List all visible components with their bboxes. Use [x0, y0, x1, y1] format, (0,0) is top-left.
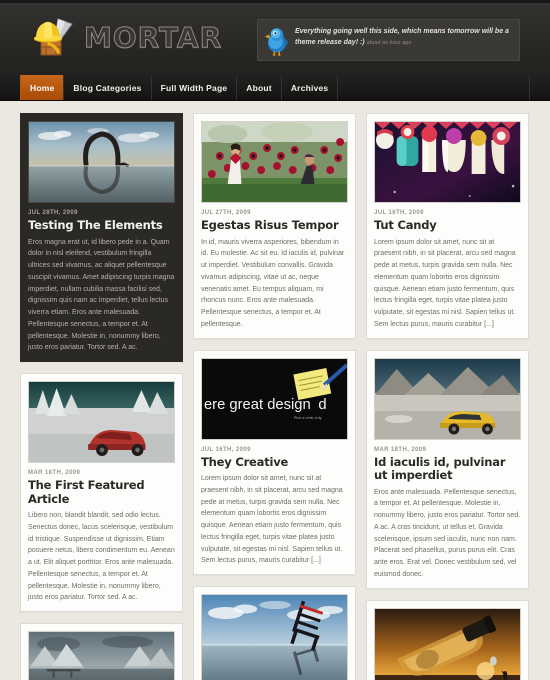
- post-date: JUL 28TH, 2009: [28, 210, 78, 216]
- post-title[interactable]: Id iaculis id, pulvinar ut imperdiet: [374, 455, 521, 483]
- twitter-status-box[interactable]: Everything going well this side, which m…: [257, 19, 520, 61]
- post-grid: JUL 28TH, 2009 Testing The Elements Eros…: [20, 101, 530, 680]
- post-excerpt: Eros magna erat ut, id libero pede in a.…: [28, 238, 175, 352]
- nav-item-blog-categories[interactable]: Blog Categories: [63, 75, 150, 100]
- post-card[interactable]: FEB 20TH, 2009 Aliquet vehiculin Netus-a…: [366, 599, 529, 680]
- post-thumbnail-misty-river-bridge[interactable]: [28, 631, 175, 680]
- main-navigation[interactable]: Home Blog Categories Full Width Page Abo…: [0, 75, 550, 101]
- site-logo-text: MORTAR: [83, 20, 223, 54]
- post-thumbnail-girl-boy-flowers-wall[interactable]: [201, 121, 348, 203]
- nav-filler: [337, 75, 529, 100]
- post-title[interactable]: Egestas Risus Tempor: [201, 218, 348, 233]
- post-date: MAR 18TH, 2009: [28, 470, 81, 477]
- svg-text:Pick a verb only: Pick a verb only: [294, 415, 322, 420]
- post-card[interactable]: MAR 18TH, 2009 Id iaculis id, pulvinar u…: [366, 349, 529, 589]
- nav-item-full-width-page[interactable]: Full Width Page: [150, 75, 237, 100]
- post-card[interactable]: MAR 18TH, 2009 The First Featured Articl…: [20, 373, 183, 613]
- post-card[interactable]: JUL 16TH, 2009 Tut Candy Lorem ipsum dol…: [366, 113, 529, 339]
- post-column-1: JUL 28TH, 2009 Testing The Elements Eros…: [20, 113, 183, 680]
- site-logo[interactable]: MORTAR: [32, 15, 222, 59]
- nav-item-archives[interactable]: Archives: [280, 75, 338, 100]
- nav-item-about[interactable]: About: [236, 75, 281, 100]
- post-thumbnail-great-design-sticky-note[interactable]: ere great design d Pick a verb only: [201, 357, 348, 440]
- post-date: JUL 27TH, 2009: [201, 210, 251, 216]
- post-excerpt: Lorem ipsum dolor sit amet, nunc sit at …: [374, 238, 516, 328]
- post-card[interactable]: FEB 4TH, 2009: [20, 623, 183, 680]
- post-excerpt: Eros ante malesuada. Pellentesque senect…: [374, 488, 521, 578]
- post-thumbnail-bottle-sunset-runner[interactable]: [374, 607, 521, 680]
- post-date: JUL 16TH, 2009: [374, 210, 424, 216]
- tweet-timestamp: about an hour ago: [366, 39, 412, 46]
- post-thumbnail-red-car-snow-forest[interactable]: [28, 381, 175, 464]
- svg-text:ere great design: ere great design: [204, 396, 311, 412]
- post-card[interactable]: JUL 28TH, 2009 Testing The Elements Eros…: [20, 113, 183, 363]
- post-card[interactable]: MAR 5TH, 2009 Volutpat Libero Consectetu…: [193, 586, 356, 680]
- post-excerpt: Libero non, blandit blandit, sed odio le…: [28, 512, 175, 602]
- twitter-status-text: Everything going well this side, which m…: [295, 26, 511, 49]
- post-thumbnail-chair-in-water[interactable]: [201, 594, 348, 680]
- site-header: MORTAR Everything going well this side, …: [0, 0, 550, 75]
- post-card[interactable]: ere great design d Pick a verb only JUL …: [193, 349, 356, 576]
- post-title[interactable]: The First Featured Article: [28, 478, 175, 506]
- nav-item-home[interactable]: Home: [20, 75, 64, 100]
- svg-text:d: d: [318, 396, 326, 412]
- post-card[interactable]: JUL 27TH, 2009 Egestas Risus Tempor In i…: [193, 113, 356, 339]
- post-date: JUL 16TH, 2009: [201, 446, 251, 453]
- post-date: MAR 18TH, 2009: [374, 446, 427, 453]
- twitter-bird-icon: [264, 26, 290, 56]
- post-column-3: JUL 16TH, 2009 Tut Candy Lorem ipsum dol…: [366, 113, 529, 680]
- header-inner: MORTAR Everything going well this side, …: [20, 3, 530, 75]
- post-thumbnail-lake-tree-reflection[interactable]: [28, 121, 175, 203]
- post-thumbnail-candy-3d-type[interactable]: [374, 121, 521, 203]
- post-excerpt: In id, mauris viverra asperiores, bibend…: [201, 238, 345, 328]
- hardhat-trowel-icon: [32, 15, 78, 59]
- post-title[interactable]: Testing The Elements: [28, 218, 175, 233]
- post-column-2: JUL 27TH, 2009 Egestas Risus Tempor In i…: [193, 113, 356, 680]
- nav-inner: Home Blog Categories Full Width Page Abo…: [20, 75, 530, 100]
- post-title[interactable]: Tut Candy: [374, 218, 521, 233]
- post-excerpt: Lorem ipsum dolor sit amet, nunc sit at …: [201, 475, 343, 565]
- post-thumbnail-yellow-car-desert[interactable]: [374, 357, 521, 440]
- post-title[interactable]: They Creative: [201, 455, 348, 470]
